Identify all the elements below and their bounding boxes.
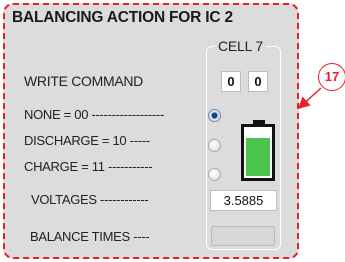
callout-badge: 17	[318, 63, 345, 91]
callout-arrow-icon	[297, 87, 322, 110]
